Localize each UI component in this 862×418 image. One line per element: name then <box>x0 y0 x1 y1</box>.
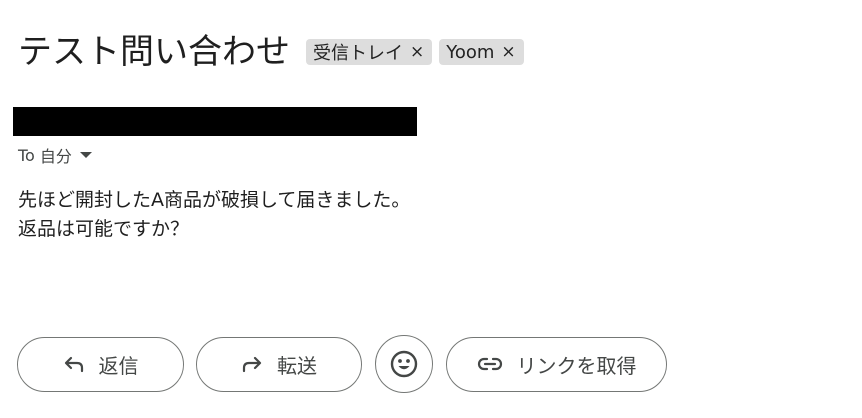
get-link-label: リンクを取得 <box>516 353 637 378</box>
recipient-details[interactable]: To 自分 <box>18 143 92 167</box>
remove-label-icon[interactable]: × <box>410 42 424 62</box>
label-name: Yoom <box>446 41 495 63</box>
emoji-smile-icon <box>390 350 418 378</box>
forward-arrow-icon <box>241 355 263 373</box>
label-list: 受信トレイ × Yoom × <box>306 39 524 65</box>
recipient-value: 自分 <box>39 147 72 166</box>
label-name: 受信トレイ <box>313 43 403 64</box>
sender-redacted-block <box>13 107 417 136</box>
email-subject: テスト問い合わせ <box>18 32 290 72</box>
body-line: 先ほど開封したA商品が破損して届きました。 <box>18 189 411 211</box>
label-chip-inbox[interactable]: 受信トレイ × <box>306 39 433 65</box>
reply-label: 返信 <box>98 353 139 378</box>
forward-button[interactable]: 転送 <box>196 336 362 392</box>
get-link-button[interactable]: リンクを取得 <box>446 336 667 392</box>
email-header: テスト問い合わせ 受信トレイ × Yoom × <box>18 28 524 76</box>
label-chip-yoom[interactable]: Yoom × <box>439 39 524 65</box>
email-body: 先ほど開封したA商品が破損して届きました。 返品は可能ですか？ <box>18 186 410 244</box>
reply-button[interactable]: 返信 <box>17 336 184 392</box>
chevron-down-icon[interactable] <box>79 152 92 158</box>
link-icon <box>477 356 503 372</box>
emoji-reaction-button[interactable] <box>375 335 433 393</box>
reply-arrow-icon <box>63 355 85 373</box>
forward-label: 転送 <box>277 353 317 378</box>
action-bar: 返信 転送 リンクを取得 <box>17 335 667 393</box>
remove-label-icon[interactable]: × <box>501 42 515 62</box>
to-label: To <box>18 145 35 165</box>
body-line: 返品は可能ですか？ <box>18 218 190 240</box>
